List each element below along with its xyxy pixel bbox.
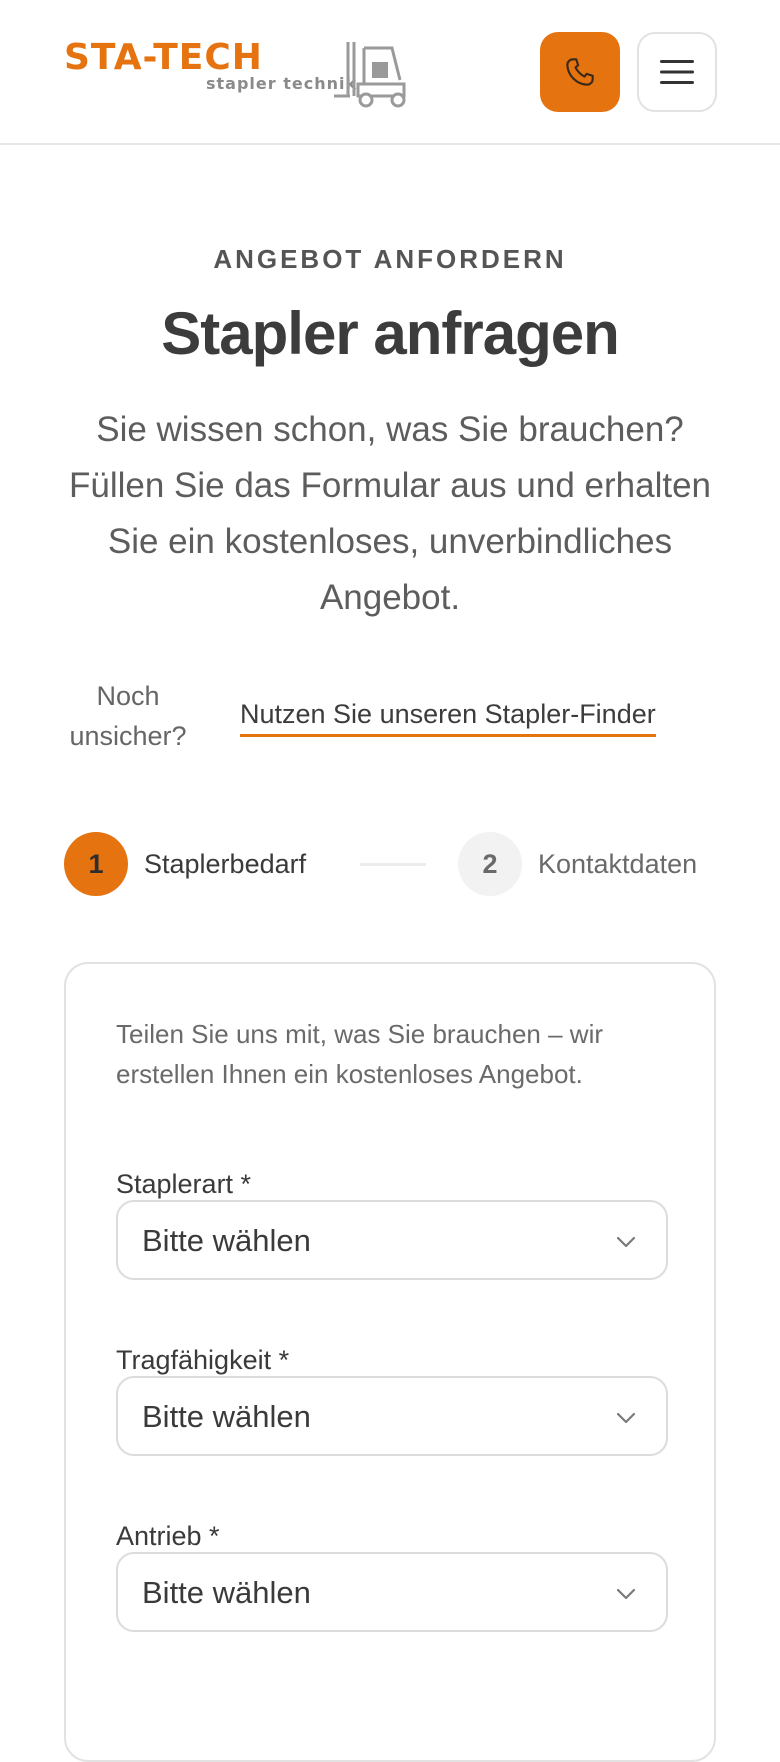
form-intro: Teilen Sie uns mit, was Sie brauchen – w…: [116, 1019, 604, 1089]
site-header: STA-TECH stapler technik: [0, 0, 780, 145]
step-1-indicator: 1: [64, 832, 128, 896]
tragfaehigkeit-select-value: Bitte wählen: [142, 1399, 311, 1434]
hamburger-menu-icon: [660, 60, 694, 84]
step-2-indicator: 2: [458, 832, 522, 896]
field-label-staplerart: Staplerart *: [116, 1169, 252, 1199]
finder-row: Noch unsicher? Nutzen Sie unseren Staple…: [60, 672, 720, 752]
tragfaehigkeit-select[interactable]: Bitte wählen: [116, 1376, 668, 1456]
step-2-label: Kontaktdaten: [538, 849, 698, 879]
step-1-label: Staplerbedarf: [144, 849, 307, 879]
chevron-down-icon: [616, 1412, 636, 1424]
page-title: Stapler anfragen: [161, 300, 619, 367]
lead-text: Sie wissen schon, was Sie brauchen? Füll…: [68, 410, 711, 617]
form-steps: 1 Staplerbedarf 2 Kontaktdaten: [64, 832, 720, 898]
section-eyebrow: ANGEBOT ANFORDERN: [213, 244, 567, 274]
stapler-finder-link[interactable]: Nutzen Sie unseren Stapler-Finder: [240, 696, 656, 737]
call-button[interactable]: [540, 32, 620, 112]
chevron-down-icon: [616, 1588, 636, 1600]
menu-button[interactable]: [637, 32, 717, 112]
finder-prefix: Noch unsicher?: [69, 681, 187, 751]
logo-brand-text: STA-TECH: [64, 37, 263, 78]
logo[interactable]: STA-TECH stapler technik: [64, 38, 414, 108]
staplerart-select[interactable]: Bitte wählen: [116, 1200, 668, 1280]
field-label-antrieb: Antrieb *: [116, 1521, 220, 1551]
chevron-down-icon: [616, 1236, 636, 1248]
staplerart-select-value: Bitte wählen: [142, 1223, 311, 1258]
request-form-card: Teilen Sie uns mit, was Sie brauchen – w…: [64, 962, 716, 1762]
phone-icon: [566, 58, 594, 86]
forklift-icon: [334, 42, 406, 108]
antrieb-select-value: Bitte wählen: [142, 1575, 311, 1610]
antrieb-select[interactable]: Bitte wählen: [116, 1552, 668, 1632]
field-label-tragfaehigkeit: Tragfähigkeit *: [116, 1345, 290, 1375]
step-connector: [360, 863, 426, 866]
